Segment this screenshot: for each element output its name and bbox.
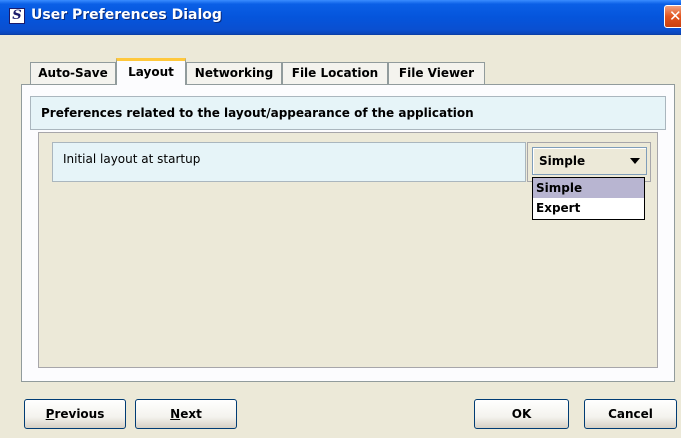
previous-button[interactable]: Previous	[24, 399, 126, 429]
dropdown-option-simple[interactable]: Simple	[533, 178, 644, 198]
tab-file-location[interactable]: File Location	[282, 62, 388, 84]
ok-button[interactable]: OK	[474, 399, 569, 429]
next-mnemonic: N	[170, 407, 181, 421]
close-button[interactable]: ✕	[664, 5, 681, 28]
tab-auto-save[interactable]: Auto-Save	[30, 62, 116, 84]
cancel-button[interactable]: Cancel	[584, 399, 677, 429]
layout-dropdown-list: Simple Expert	[532, 177, 645, 220]
tab-layout[interactable]: Layout	[116, 58, 186, 85]
layout-select-value: Simple	[539, 154, 586, 168]
close-icon: ✕	[669, 7, 681, 25]
app-icon: S	[9, 8, 25, 24]
next-label: ext	[180, 407, 202, 421]
chevron-down-icon[interactable]	[630, 158, 640, 164]
previous-label: revious	[54, 407, 105, 421]
tab-file-viewer[interactable]: File Viewer	[388, 62, 485, 84]
tab-networking[interactable]: Networking	[186, 62, 282, 84]
dropdown-option-expert[interactable]: Expert	[533, 198, 644, 218]
preference-label: Initial layout at startup	[52, 142, 526, 182]
section-header: Preferences related to the layout/appear…	[30, 96, 666, 130]
window-title: User Preferences Dialog	[31, 7, 222, 23]
layout-select[interactable]: Simple	[532, 147, 647, 175]
next-button[interactable]: Next	[135, 399, 237, 429]
title-bar: S User Preferences Dialog ✕	[0, 0, 681, 35]
